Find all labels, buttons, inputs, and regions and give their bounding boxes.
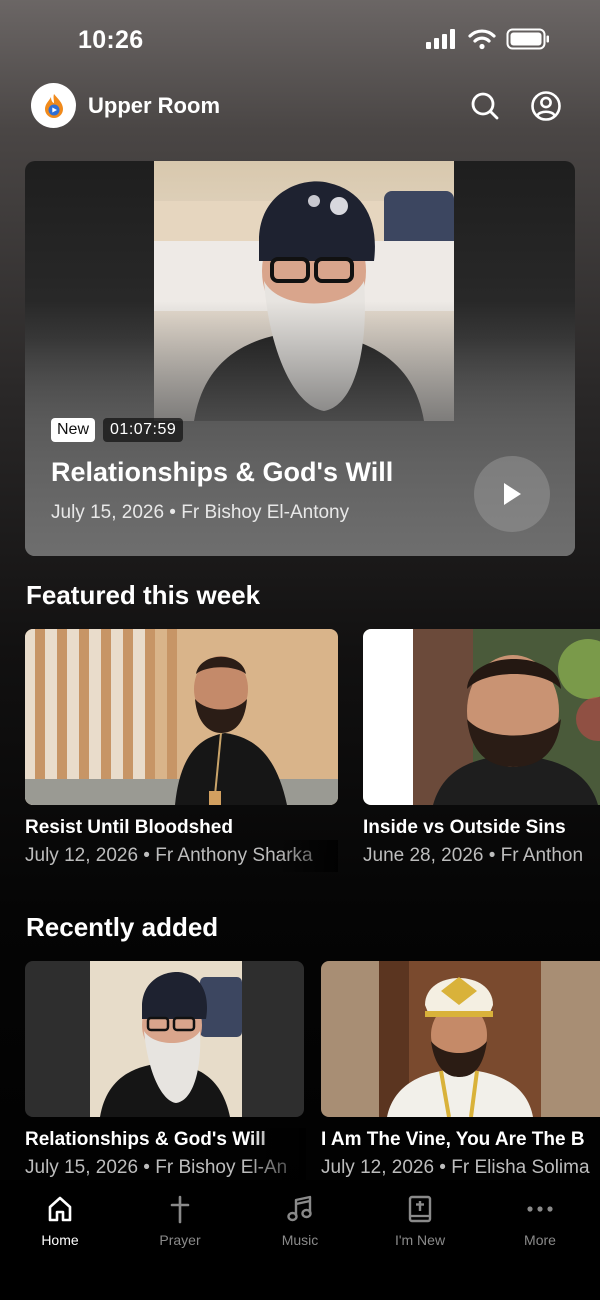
- tab-prayer[interactable]: Prayer: [130, 1194, 230, 1264]
- play-button[interactable]: [474, 456, 550, 532]
- recent-title-2: I Am The Vine, You Are The B: [321, 1129, 585, 1150]
- app-name: Upper Room: [88, 93, 220, 118]
- profile-button[interactable]: [529, 89, 563, 123]
- tab-more-label: More: [524, 1232, 556, 1248]
- tab-home[interactable]: Home: [10, 1194, 110, 1264]
- hero-meta: July 15, 2026 • Fr Bishoy El-Antony: [51, 502, 350, 523]
- recent-heading: Recently added: [26, 912, 219, 942]
- play-icon: [504, 483, 521, 505]
- bible-icon: [408, 1195, 432, 1223]
- search-icon: [471, 92, 499, 120]
- recent-thumbnail-2: [321, 961, 600, 1117]
- featured-card-2[interactable]: Inside vs Outside Sins June 28, 2026 • F…: [363, 629, 600, 869]
- tab-im-new[interactable]: I'm New: [370, 1194, 470, 1264]
- featured-card-1[interactable]: Resist Until Bloodshed July 12, 2026 • F…: [25, 629, 338, 869]
- featured-title-1: Resist Until Bloodshed: [25, 817, 233, 838]
- tab-im-new-label: I'm New: [394, 1232, 446, 1248]
- more-dots-icon: [527, 1206, 553, 1212]
- status-icons: [426, 28, 550, 50]
- home-icon: [48, 1196, 72, 1222]
- recent-meta-2: July 12, 2026 • Fr Elisha Solima: [321, 1157, 590, 1178]
- hero-badges: New 01:07:59: [51, 418, 184, 442]
- search-button[interactable]: [468, 89, 502, 123]
- status-time: 10:26: [78, 26, 144, 54]
- cellular-signal-icon: [426, 29, 455, 49]
- tab-home-label: Home: [41, 1232, 79, 1248]
- recent-card-2[interactable]: I Am The Vine, You Are The B July 12, 20…: [321, 961, 600, 1181]
- flame-logo-icon: [44, 93, 63, 118]
- tab-music-label: Music: [281, 1232, 319, 1248]
- featured-heading: Featured this week: [26, 580, 261, 610]
- featured-meta-1-fade: [278, 840, 338, 872]
- recent-card-1-fade: [246, 1128, 306, 1180]
- battery-icon: [506, 28, 549, 50]
- tab-music[interactable]: Music: [250, 1194, 350, 1264]
- tab-more[interactable]: More: [490, 1194, 590, 1264]
- featured-thumbnail-1: [25, 629, 338, 805]
- tab-prayer-label: Prayer: [159, 1232, 201, 1248]
- hero-card[interactable]: New 01:07:59 Relationships & God's Will …: [25, 161, 575, 556]
- recent-title-1: Relationships & God's Will: [25, 1129, 266, 1150]
- profile-icon: [531, 91, 561, 121]
- music-note-icon: [287, 1195, 312, 1222]
- duration-badge: 01:07:59: [103, 418, 184, 442]
- app-header: Upper Room: [0, 82, 600, 132]
- featured-meta-1: July 12, 2026 • Fr Anthony Sharka: [25, 845, 313, 866]
- featured-thumbnail-2: [363, 629, 600, 805]
- featured-meta-2: June 28, 2026 • Fr Anthon: [363, 845, 584, 866]
- wifi-icon: [468, 29, 496, 50]
- bottom-tab-bar: Home Prayer Music I'm New More: [0, 1180, 600, 1300]
- cross-icon: [170, 1195, 190, 1224]
- hero-title: Relationships & God's Will: [51, 457, 394, 487]
- app-logo[interactable]: [31, 83, 76, 128]
- new-badge: New: [51, 418, 96, 442]
- featured-title-2: Inside vs Outside Sins: [363, 817, 566, 838]
- status-bar: 10:26: [0, 0, 600, 80]
- recent-thumbnail-1: [25, 961, 304, 1117]
